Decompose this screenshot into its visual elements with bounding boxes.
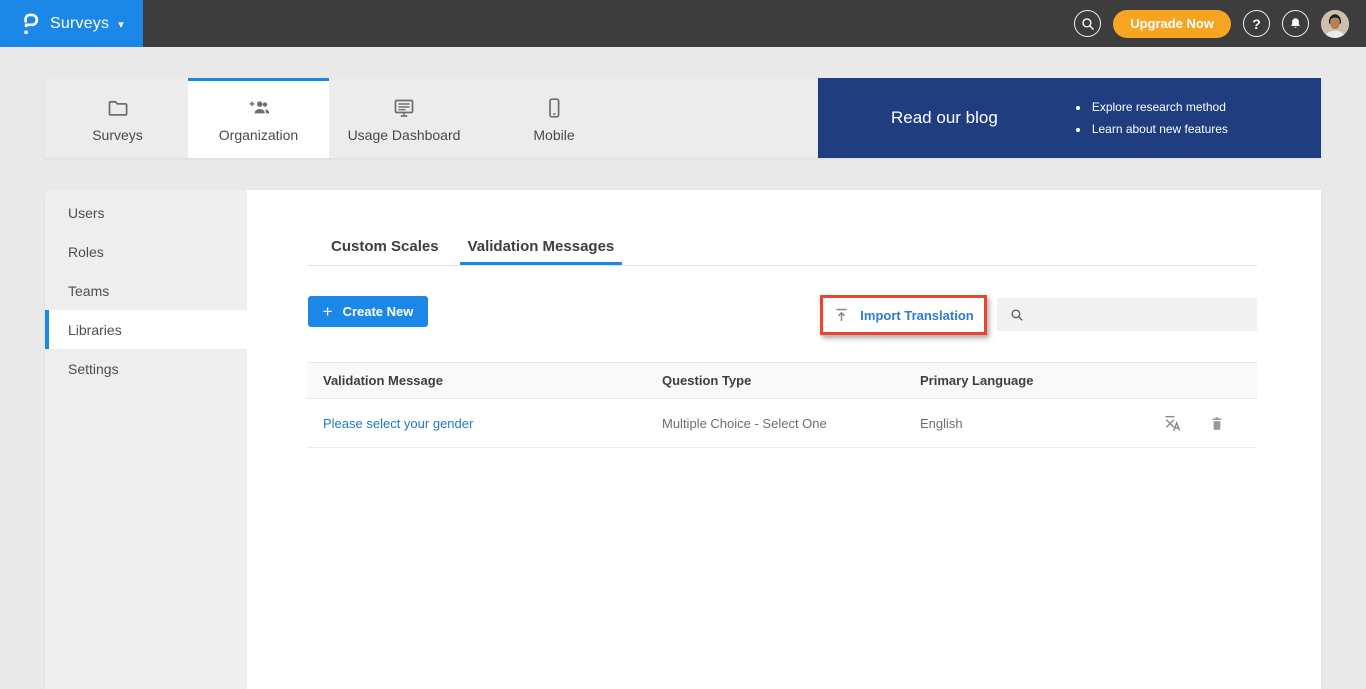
create-new-label: Create New	[343, 304, 414, 319]
questionpro-logo-icon	[20, 12, 39, 36]
settings-sidebar: Users Roles Teams Libraries Settings	[45, 190, 247, 689]
upload-icon	[833, 307, 850, 324]
caret-down-icon: ▾	[118, 18, 124, 31]
notifications-button[interactable]	[1282, 10, 1309, 37]
delete-icon[interactable]	[1209, 415, 1225, 432]
table-row: Please select your gender Multiple Choic…	[307, 399, 1257, 448]
topbar-actions: Upgrade Now ?	[1074, 0, 1349, 47]
question-icon: ?	[1252, 16, 1261, 32]
column-primary-language: Primary Language	[904, 363, 1140, 398]
library-tabs: Custom Scales Validation Messages	[331, 237, 614, 265]
upgrade-now-button[interactable]: Upgrade Now	[1113, 10, 1231, 38]
validation-message-link[interactable]: Please select your gender	[323, 416, 473, 431]
tab-mobile[interactable]: Mobile	[479, 78, 629, 158]
libraries-content: Custom Scales Validation Messages + Crea…	[247, 190, 1321, 689]
tab-usage-dashboard[interactable]: Usage Dashboard	[329, 78, 479, 158]
search-input[interactable]	[1034, 307, 1257, 322]
search-button[interactable]	[1074, 10, 1101, 37]
sidebar-item-users[interactable]: Users	[45, 193, 247, 232]
tabs-divider	[307, 265, 1257, 266]
mobile-phone-icon	[542, 96, 566, 120]
product-name: Surveys	[50, 15, 109, 33]
blog-promo-panel[interactable]: Read our blog Explore research method Le…	[818, 78, 1321, 158]
help-button[interactable]: ?	[1243, 10, 1270, 37]
tab-usage-dashboard-label: Usage Dashboard	[348, 127, 461, 143]
sidebar-item-libraries[interactable]: Libraries	[45, 310, 247, 349]
validation-messages-table: Validation Message Question Type Primary…	[307, 362, 1257, 448]
tab-surveys-label: Surveys	[92, 127, 143, 143]
plus-icon: +	[323, 303, 333, 320]
import-translation-highlight: Import Translation	[820, 295, 987, 335]
folder-icon	[106, 96, 130, 120]
table-header: Validation Message Question Type Primary…	[307, 362, 1257, 399]
tab-validation-messages[interactable]: Validation Messages	[460, 237, 623, 265]
person-add-icon	[247, 96, 271, 120]
search-icon	[1080, 16, 1096, 32]
search-icon	[1009, 307, 1025, 323]
product-switcher[interactable]: Surveys ▾	[0, 0, 143, 47]
organization-settings-card: Users Roles Teams Libraries Settings Cus…	[45, 190, 1321, 689]
dashboard-monitor-icon	[392, 96, 416, 120]
sidebar-item-settings[interactable]: Settings	[45, 349, 247, 388]
tab-organization[interactable]: Organization	[188, 78, 329, 158]
question-type-value: Multiple Choice - Select One	[662, 416, 827, 431]
column-question-type: Question Type	[646, 363, 904, 398]
search-box	[997, 298, 1257, 331]
blog-bullet: Explore research method	[1090, 96, 1228, 118]
blog-bullet-list: Explore research method Learn about new …	[1090, 96, 1228, 140]
column-validation-message: Validation Message	[307, 363, 646, 398]
sidebar-item-roles[interactable]: Roles	[45, 232, 247, 271]
tab-organization-label: Organization	[219, 127, 298, 143]
tab-mobile-label: Mobile	[533, 127, 574, 143]
create-new-button[interactable]: + Create New	[308, 296, 428, 327]
tab-surveys[interactable]: Surveys	[47, 78, 188, 158]
blog-bullet: Learn about new features	[1090, 118, 1228, 140]
column-actions	[1140, 363, 1257, 398]
blog-panel-title: Read our blog	[891, 108, 998, 128]
module-tabs: Surveys Organization Usage Dashboard	[45, 78, 818, 158]
avatar[interactable]	[1321, 10, 1349, 38]
primary-language-value: English	[920, 416, 963, 431]
import-translation-label: Import Translation	[860, 308, 973, 323]
tab-custom-scales[interactable]: Custom Scales	[331, 237, 439, 265]
module-nav-card: Surveys Organization Usage Dashboard	[45, 78, 1321, 158]
import-translation-button[interactable]: Import Translation	[823, 298, 984, 332]
sidebar-item-teams[interactable]: Teams	[45, 271, 247, 310]
translate-icon[interactable]	[1163, 414, 1182, 433]
bell-icon	[1288, 16, 1303, 31]
topbar: Surveys ▾ Upgrade Now ?	[0, 0, 1366, 47]
